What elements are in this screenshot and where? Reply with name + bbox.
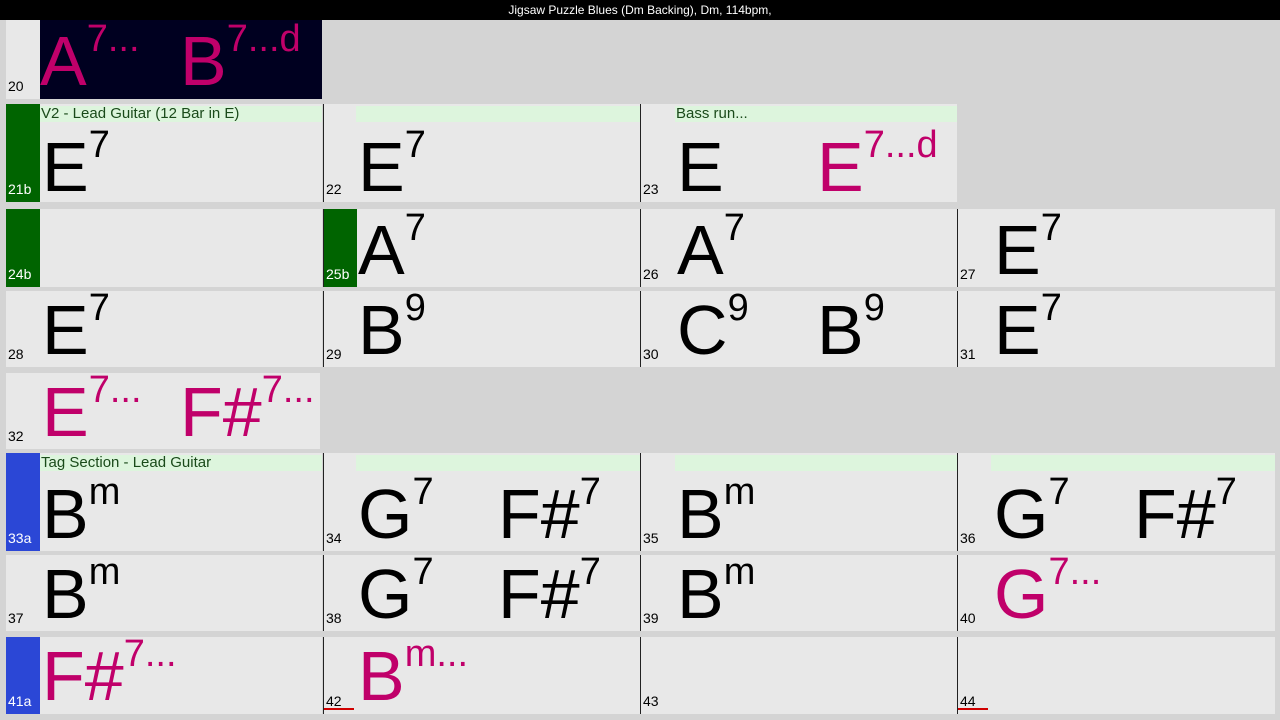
chord-1[interactable]: G7 bbox=[358, 555, 434, 631]
bar-21b[interactable]: 21b V2 - Lead Guitar (12 Bar in E) E7 bbox=[6, 104, 322, 202]
bar-36[interactable]: 36 G7 F#7 bbox=[957, 453, 1275, 551]
bar-number: 44 bbox=[960, 693, 976, 709]
bar-number: 40 bbox=[960, 610, 976, 626]
bar-33a[interactable]: 33a Tag Section - Lead Guitar Bm bbox=[6, 453, 322, 551]
bar-42[interactable]: 42 Bm... bbox=[323, 637, 640, 714]
bar-34[interactable]: 34 G7 F#7 bbox=[323, 453, 640, 551]
bar-number: 39 bbox=[643, 610, 659, 626]
bar-number: 28 bbox=[8, 346, 24, 362]
bar-number: 43 bbox=[643, 693, 659, 709]
chord-1[interactable]: C9 bbox=[677, 291, 749, 367]
bar-number: 26 bbox=[643, 266, 659, 282]
bar-number: 37 bbox=[8, 610, 24, 626]
chord-2[interactable]: F#7 bbox=[1134, 471, 1237, 551]
bar-number: 27 bbox=[960, 266, 976, 282]
bar-35[interactable]: 35 Bm bbox=[640, 453, 957, 551]
bar-30[interactable]: 30 C9 B9 bbox=[640, 291, 957, 367]
bar-number: 33a bbox=[8, 530, 32, 546]
chord-1[interactable]: Bm bbox=[42, 555, 120, 631]
chord-1[interactable]: E bbox=[677, 132, 724, 202]
chord-chart: 20 A7... B7...d 21b V2 - Lead Guitar (12… bbox=[0, 20, 1280, 720]
chord-1[interactable]: E7 bbox=[994, 209, 1062, 287]
chord-1[interactable]: E7 bbox=[42, 124, 110, 202]
bar-44[interactable]: 44 bbox=[957, 637, 1275, 714]
bar-23[interactable]: Bass run... 23 E E7...d bbox=[640, 104, 957, 202]
bar-number: 22 bbox=[326, 181, 342, 197]
bar-25b[interactable]: 25b A7 bbox=[323, 209, 640, 287]
bar-number: 34 bbox=[326, 530, 342, 546]
chord-1[interactable]: G7 bbox=[994, 471, 1070, 551]
bar-number: 21b bbox=[8, 181, 32, 197]
bar-20[interactable]: 20 A7... B7...d bbox=[6, 20, 322, 99]
section-label bbox=[991, 455, 1275, 471]
bar-26[interactable]: 26 A7 bbox=[640, 209, 957, 287]
bar-number: 42 bbox=[326, 693, 342, 709]
chord-1[interactable]: E7 bbox=[358, 124, 426, 202]
bar-37[interactable]: 37 Bm bbox=[6, 555, 322, 631]
chord-1[interactable]: Bm bbox=[42, 471, 120, 551]
bar-40[interactable]: 40 G7... bbox=[957, 555, 1275, 631]
section-label: V2 - Lead Guitar (12 Bar in E) bbox=[40, 106, 322, 122]
bar-31[interactable]: 31 E7 bbox=[957, 291, 1275, 367]
bar-number: 38 bbox=[326, 610, 342, 626]
chord-1[interactable]: A7 bbox=[677, 209, 745, 287]
chord-2[interactable]: B9 bbox=[817, 291, 885, 367]
chord-1[interactable]: E7 bbox=[42, 291, 110, 367]
bar-number: 30 bbox=[643, 346, 659, 362]
section-label: Tag Section - Lead Guitar bbox=[40, 455, 322, 471]
bar-number: 23 bbox=[643, 181, 659, 197]
chord-1[interactable]: F#7... bbox=[42, 637, 177, 714]
bar-38[interactable]: 38 G7 F#7 bbox=[323, 555, 640, 631]
bar-number: 36 bbox=[960, 530, 976, 546]
chord-2[interactable]: F#7... bbox=[180, 373, 315, 449]
section-label bbox=[356, 455, 640, 471]
bar-number: 29 bbox=[326, 346, 342, 362]
bar-number: 24b bbox=[8, 266, 32, 282]
bar-29[interactable]: 29 B9 bbox=[323, 291, 640, 367]
chord-1[interactable]: Bm... bbox=[358, 637, 468, 714]
chord-1[interactable]: Bm bbox=[677, 471, 755, 551]
bar-number: 32 bbox=[8, 428, 24, 444]
bar-22[interactable]: 22 E7 bbox=[323, 104, 640, 202]
section-label: Bass run... bbox=[675, 106, 957, 122]
chord-2[interactable]: B7...d bbox=[180, 20, 301, 99]
chord-2[interactable]: F#7 bbox=[498, 555, 601, 631]
chord-2[interactable]: F#7 bbox=[498, 471, 601, 551]
bar-39[interactable]: 39 Bm bbox=[640, 555, 957, 631]
bar-underline bbox=[324, 708, 354, 710]
bar-underline bbox=[958, 708, 988, 710]
bar-32[interactable]: 32 E7... F#7... bbox=[6, 373, 320, 449]
bar-number: 31 bbox=[960, 346, 976, 362]
chord-1[interactable]: E7... bbox=[42, 373, 142, 449]
chord-1[interactable]: Bm bbox=[677, 555, 755, 631]
chord-1[interactable]: B9 bbox=[358, 291, 426, 367]
chord-1[interactable]: A7 bbox=[358, 209, 426, 287]
section-label bbox=[675, 455, 957, 471]
bar-number: 41a bbox=[8, 693, 32, 709]
bar-24b[interactable]: 24b bbox=[6, 209, 322, 287]
bar-41a[interactable]: 41a F#7... bbox=[6, 637, 322, 714]
chord-2[interactable]: E7...d bbox=[817, 124, 938, 202]
window-title: Jigsaw Puzzle Blues (Dm Backing), Dm, 11… bbox=[0, 0, 1280, 20]
bar-number: 35 bbox=[643, 530, 659, 546]
bar-number: 25b bbox=[326, 266, 350, 282]
chord-1[interactable]: E7 bbox=[994, 291, 1062, 367]
chord-1[interactable]: A7... bbox=[40, 20, 140, 99]
bar-28[interactable]: 28 E7 bbox=[6, 291, 322, 367]
bar-27[interactable]: 27 E7 bbox=[957, 209, 1275, 287]
section-label bbox=[356, 106, 640, 122]
bar-43[interactable]: 43 bbox=[640, 637, 957, 714]
chord-1[interactable]: G7 bbox=[358, 471, 434, 551]
bar-number: 20 bbox=[8, 78, 24, 94]
chord-1[interactable]: G7... bbox=[994, 555, 1101, 631]
